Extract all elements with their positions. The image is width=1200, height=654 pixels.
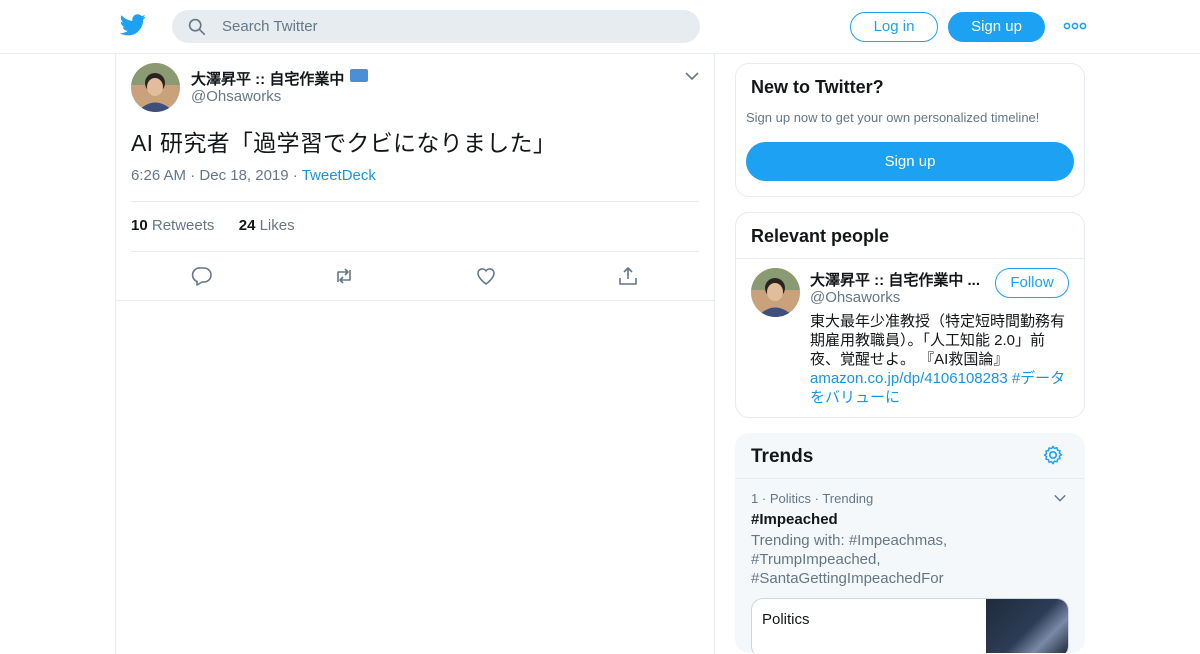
divider <box>735 478 1085 479</box>
author-name[interactable]: 大澤昇平 :: 自宅作業中 <box>191 68 344 89</box>
bio-link[interactable]: amazon.co.jp/dp/4106108283 <box>810 370 1008 387</box>
trend-card-label: Politics <box>762 611 810 628</box>
top-bar: Log in Sign up <box>0 0 1200 54</box>
person-name[interactable]: 大澤昇平 :: 自宅作業中 ... <box>810 269 980 290</box>
sidebar-signup-button[interactable]: Sign up <box>746 142 1074 181</box>
trend-thumbnail <box>986 599 1068 653</box>
trend-name[interactable]: #Impeached <box>751 511 838 528</box>
card-title: Trends <box>751 446 814 467</box>
author-handle[interactable]: @Ohsaworks <box>191 88 281 105</box>
meta-separator: · <box>292 167 302 184</box>
retweet-icon[interactable] <box>333 265 355 287</box>
tweet-column: 大澤昇平 :: 自宅作業中 @Ohsaworks AI 研究者「過学習でクビにな… <box>115 54 715 654</box>
twitter-logo-icon[interactable] <box>120 13 146 37</box>
tweet-time[interactable]: 6:26 AM <box>131 167 186 184</box>
tweet-source-link[interactable]: TweetDeck <box>302 167 376 184</box>
chevron-down-icon[interactable] <box>1053 493 1067 503</box>
more-options-icon[interactable] <box>1063 18 1087 34</box>
meta-separator: · <box>761 491 770 506</box>
trends-card: Trends 1 · Politics · Trending #Impeache… <box>735 433 1085 653</box>
trend-news-card[interactable]: Politics <box>751 598 1069 653</box>
relevant-people-card: Relevant people 大澤昇平 :: 自宅作業中 ... @Ohsaw… <box>735 212 1085 418</box>
search-bar[interactable] <box>172 10 700 43</box>
divider <box>736 258 1084 259</box>
card-title: Relevant people <box>751 226 890 246</box>
trend-related: Trending with: #Impeachmas, #TrumpImpeac… <box>751 532 948 587</box>
person-handle[interactable]: @Ohsaworks <box>810 289 900 306</box>
tweet-text: AI 研究者「過学習でクビになりました」 <box>131 130 557 156</box>
bio-text: 東大最年少准教授（特定短時間勤務有期雇用教職員）。「人工知能 2.0」前夜、覚醒… <box>810 313 1066 368</box>
reply-icon[interactable] <box>191 265 213 287</box>
author-avatar[interactable] <box>131 63 180 112</box>
divider <box>131 201 699 202</box>
trend-status: Trending <box>822 491 874 506</box>
search-input[interactable] <box>222 10 682 43</box>
tweet-meta: 6:26 AM · Dec 18, 2019 · TweetDeck <box>131 167 376 184</box>
avatar-photo <box>751 268 800 317</box>
retweets-label: Retweets <box>151 217 215 234</box>
card-title: New to Twitter? <box>751 77 884 97</box>
new-to-twitter-card: New to Twitter? Sign up now to get your … <box>735 63 1085 197</box>
trend-category: Politics <box>769 491 811 506</box>
like-icon[interactable] <box>475 265 497 287</box>
person-avatar[interactable] <box>751 268 800 317</box>
likes-stat[interactable]: 24 Likes <box>239 217 295 234</box>
person-bio: 東大最年少准教授（特定短時間勤務有期雇用教職員）。「人工知能 2.0」前夜、覚醒… <box>810 312 1070 407</box>
card-subtitle: Sign up now to get your own personalized… <box>746 110 1040 125</box>
retweets-stat[interactable]: 10 Retweets <box>131 217 214 234</box>
share-icon[interactable] <box>617 265 639 287</box>
divider <box>131 251 699 252</box>
meta-separator: · <box>190 167 200 184</box>
retweets-count: 10 <box>131 217 148 234</box>
un-flag-icon <box>350 69 368 82</box>
chevron-down-icon[interactable] <box>684 71 700 81</box>
tweet-date[interactable]: Dec 18, 2019 <box>199 167 288 184</box>
trend-meta: 1 · Politics · Trending <box>751 491 873 506</box>
signup-button[interactable]: Sign up <box>948 12 1045 42</box>
avatar-photo <box>131 63 180 112</box>
search-icon <box>188 18 206 36</box>
follow-button[interactable]: Follow <box>995 268 1069 298</box>
likes-label: Likes <box>259 217 295 234</box>
gear-icon[interactable] <box>1042 444 1064 466</box>
likes-count: 24 <box>238 217 256 234</box>
tweet-stats: 10 Retweets 24 Likes <box>131 217 295 234</box>
login-button[interactable]: Log in <box>850 12 938 42</box>
divider <box>116 300 714 301</box>
trend-rank: 1 <box>751 491 759 506</box>
